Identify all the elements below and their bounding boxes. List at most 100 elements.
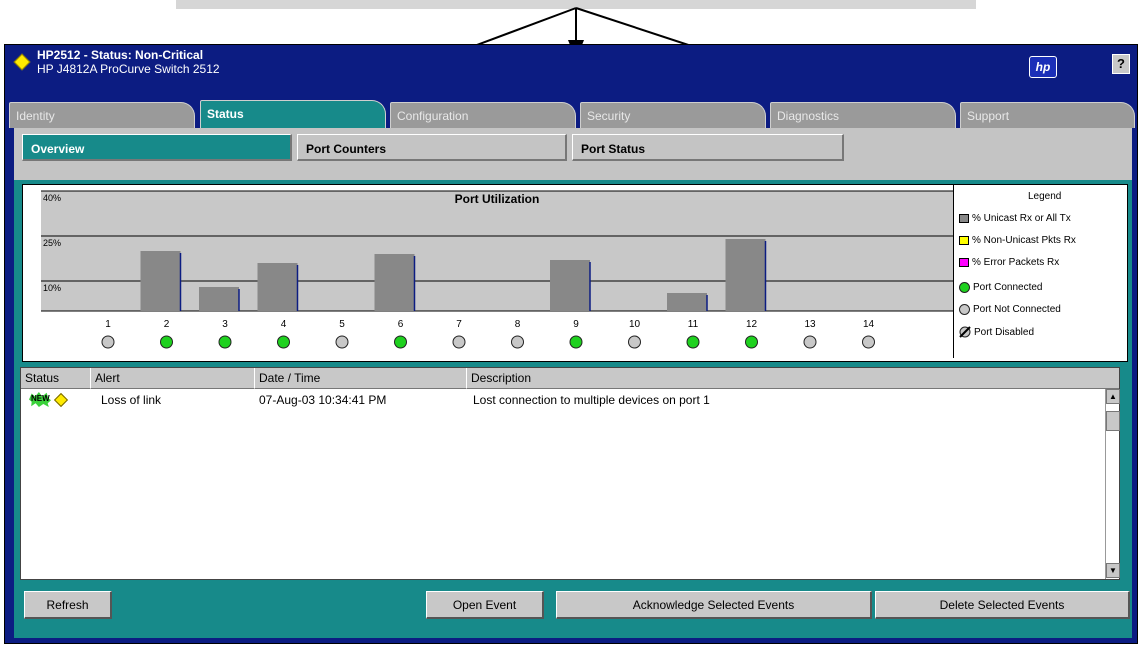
port-status-dot (277, 335, 290, 349)
scroll-thumb[interactable] (1106, 411, 1120, 431)
legend-item-disabled: Port Disabled (959, 326, 1034, 338)
port-status-dot (452, 335, 466, 349)
port-number-label: 14 (863, 319, 875, 330)
main-tabs: Identity Status Configuration Security D… (9, 100, 1135, 128)
port-status-dot (394, 335, 407, 349)
legend-label: % Non-Unicast Pkts Rx (972, 235, 1076, 246)
tab-diagnostics[interactable]: Diagnostics (770, 102, 956, 128)
utilization-bar (667, 293, 707, 311)
port-utilization-chart: 40%25%10%Port Utilization1 2 3 4 5 6 7 8 9 10 11 12… (41, 190, 953, 349)
status-diamond-icon (13, 53, 31, 71)
event-description: Lost connection to multiple devices on p… (473, 393, 710, 407)
warning-diamond-icon (53, 392, 69, 408)
subtab-port-status[interactable]: Port Status (572, 134, 844, 161)
column-header-description[interactable]: Description (467, 368, 1119, 389)
port-number-label: 3 (222, 319, 228, 330)
port-number-label: 9 (573, 319, 579, 330)
chart-title: Port Utilization (455, 192, 540, 206)
event-log: Status Alert Date / Time Description NEW… (20, 367, 1120, 580)
column-header-alert[interactable]: Alert (91, 368, 255, 389)
tab-security[interactable]: Security (580, 102, 766, 128)
port-status-dot (745, 335, 758, 349)
legend-item-unicast: % Unicast Rx or All Tx (959, 213, 1071, 224)
tab-status[interactable]: Status (200, 100, 386, 128)
status-content: Overview Port Counters Port Status 40% 25… (14, 128, 1132, 638)
magenta-swatch-icon (959, 258, 969, 267)
event-datetime: 07-Aug-03 10:34:41 PM (259, 393, 387, 407)
port-number-label: 13 (804, 319, 816, 330)
event-log-header: Status Alert Date / Time Description (21, 368, 1119, 389)
port-status-dot (686, 335, 700, 349)
legend-item-error: % Error Packets Rx (959, 257, 1059, 268)
y-tick-label: 40% (43, 193, 61, 203)
port-status-dot (511, 335, 524, 349)
legend-item-not-connected: Port Not Connected (959, 304, 1061, 315)
port-number-label: 8 (515, 319, 521, 330)
y-tick-label: 25% (43, 238, 61, 248)
acknowledge-events-button[interactable]: Acknowledge Selected Events (556, 591, 872, 619)
port-status-dot (101, 335, 115, 349)
green-dot-icon (959, 282, 970, 293)
scroll-down-icon[interactable]: ▼ (1106, 563, 1120, 578)
legend: Legend % Unicast Rx or All Tx % Non-Unic… (953, 185, 1097, 358)
port-status-dot (628, 335, 641, 349)
port-number-label: 6 (398, 319, 404, 330)
utilization-bar (550, 260, 590, 311)
utilization-bar (199, 287, 239, 311)
event-alert: Loss of link (101, 393, 162, 407)
utilization-bar (257, 263, 298, 311)
tab-support[interactable]: Support (960, 102, 1135, 128)
port-status-dot (160, 335, 173, 349)
port-number-label: 2 (164, 319, 170, 330)
port-status-dot (218, 335, 232, 349)
legend-label: Port Not Connected (973, 304, 1061, 315)
tab-identity[interactable]: Identity (9, 102, 195, 128)
subtab-overview[interactable]: Overview (22, 134, 292, 161)
action-bar: Refresh Open Event Acknowledge Selected … (14, 588, 1132, 628)
scroll-up-icon[interactable]: ▲ (1106, 389, 1120, 404)
port-status-dot (862, 335, 875, 349)
gray-dot-icon (959, 304, 970, 315)
port-utilization-panel: 40% 25% 10% Port Utilization 1 2 3 4 5 6 7 8 9 10 11 12… (22, 184, 1128, 362)
window-subtitle: HP J4812A ProCurve Switch 2512 (37, 62, 220, 76)
delete-events-button[interactable]: Delete Selected Events (875, 591, 1130, 619)
utilization-bar (725, 239, 766, 311)
column-header-status[interactable]: Status (21, 368, 91, 389)
column-header-datetime[interactable]: Date / Time (255, 368, 467, 389)
port-status-dot (335, 335, 349, 349)
subtab-port-counters[interactable]: Port Counters (297, 134, 567, 161)
port-status-dot (569, 335, 583, 349)
tab-configuration[interactable]: Configuration (390, 102, 576, 128)
title-bar: HP2512 - Status: Non-Critical HP J4812A … (5, 45, 1137, 95)
port-number-label: 1 (105, 319, 111, 330)
event-log-scrollbar[interactable]: ▲ ▼ (1105, 389, 1120, 579)
hp-logo-icon[interactable]: hp (1029, 56, 1057, 78)
refresh-button[interactable]: Refresh (24, 591, 112, 619)
legend-item-connected: Port Connected (959, 282, 1043, 293)
legend-label: % Unicast Rx or All Tx (972, 213, 1071, 224)
legend-item-non-unicast: % Non-Unicast Pkts Rx (959, 235, 1076, 246)
legend-title: Legend (1028, 191, 1062, 202)
utilization-bar (374, 254, 415, 311)
port-number-label: 5 (339, 319, 345, 330)
help-button[interactable]: ? (1112, 54, 1130, 74)
port-number-label: 12 (746, 319, 758, 330)
utilization-bar (140, 251, 181, 311)
window-title: HP2512 - Status: Non-Critical (37, 48, 204, 62)
port-number-label: 11 (688, 319, 699, 330)
y-tick-label: 10% (43, 283, 61, 293)
app-window: HP2512 - Status: Non-Critical HP J4812A … (4, 44, 1138, 644)
disabled-port-icon (959, 326, 971, 338)
legend-label: % Error Packets Rx (972, 257, 1060, 268)
gray-swatch-icon (959, 214, 969, 223)
new-badge-text: NEW (31, 394, 50, 403)
port-status-dot (803, 335, 817, 349)
event-row[interactable]: NEW Loss of link 07-Aug-03 10:34:41 PM L… (21, 392, 1101, 410)
port-number-label: 4 (281, 319, 287, 330)
yellow-swatch-icon (959, 236, 969, 245)
port-number-label: 7 (456, 319, 462, 330)
subtab-bar: Overview Port Counters Port Status (14, 128, 1132, 180)
open-event-button[interactable]: Open Event (426, 591, 544, 619)
legend-label: Port Connected (973, 282, 1043, 293)
port-number-label: 10 (629, 319, 641, 330)
